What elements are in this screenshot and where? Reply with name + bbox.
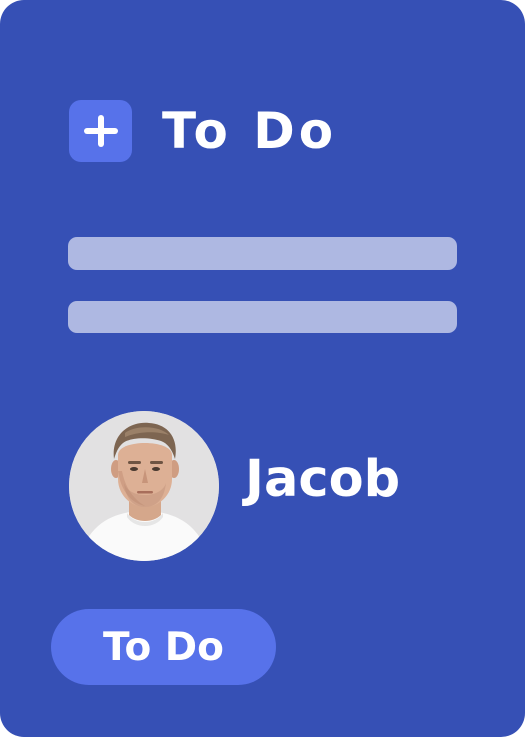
card-header: To Do [69, 100, 337, 162]
todo-card: To Do Jacob To Do [0, 0, 525, 737]
avatar [69, 411, 219, 561]
placeholder-line-1 [68, 237, 457, 270]
plus-icon [84, 115, 118, 147]
todo-button-label: To Do [103, 624, 224, 670]
placeholder-line-2 [68, 301, 457, 333]
user-name: Jacob [245, 450, 401, 509]
add-button[interactable] [69, 100, 132, 162]
avatar-photo [69, 411, 219, 561]
todo-button[interactable]: To Do [51, 609, 276, 685]
page-title: To Do [162, 102, 338, 160]
